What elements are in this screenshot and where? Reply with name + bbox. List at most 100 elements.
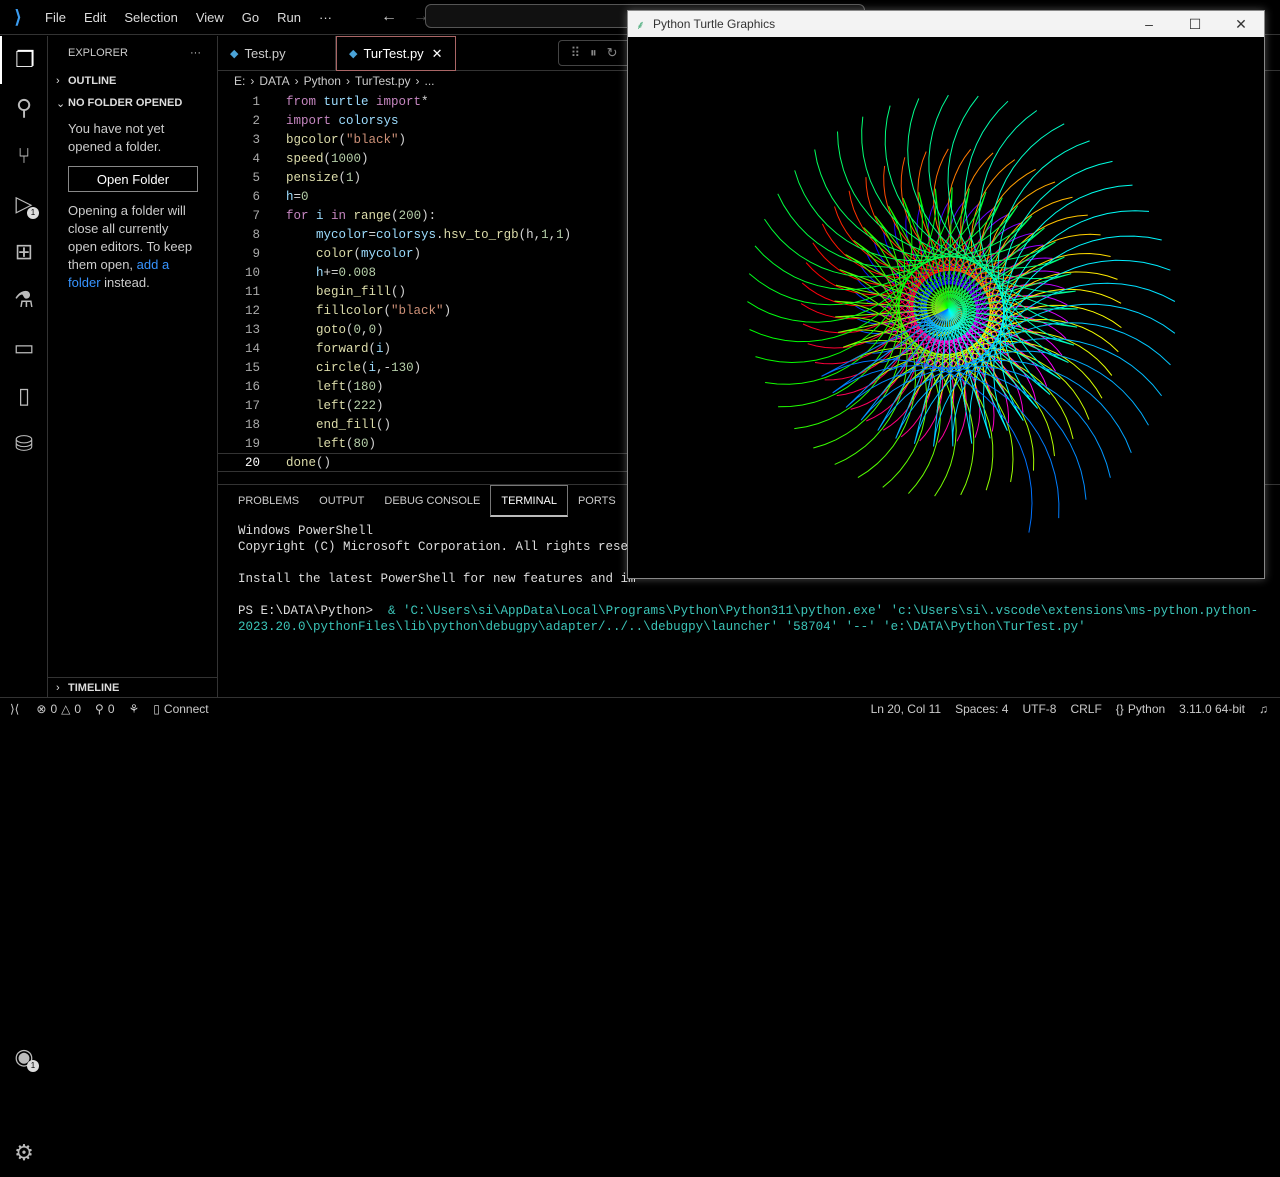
notebook-icon[interactable]: ▯	[0, 372, 48, 420]
menu-view[interactable]: View	[187, 10, 233, 25]
ports-status[interactable]: ⚲ 0	[88, 702, 121, 716]
indentation[interactable]: Spaces: 4	[948, 702, 1015, 716]
code-line: 16 left(180)	[218, 377, 628, 396]
code-token: )	[398, 132, 407, 147]
code-line: 1 from turtle import*	[218, 92, 628, 111]
panel-tab-problems[interactable]: PROBLEMS	[228, 485, 309, 517]
minimize-button[interactable]: –	[1126, 16, 1172, 32]
line-number: 10	[244, 265, 260, 280]
settings-gear-icon[interactable]: ⚙	[0, 1129, 48, 1177]
remote-explorer-icon[interactable]: ▭	[0, 324, 48, 372]
open-folder-button[interactable]: Open Folder	[68, 166, 198, 192]
close-window-button[interactable]: ✕	[1218, 16, 1264, 33]
source-control-icon[interactable]: ⑂	[0, 132, 48, 180]
connect-label: Connect	[163, 702, 209, 716]
line-ending[interactable]: CRLF	[1063, 702, 1108, 716]
code-token: colorsys	[338, 113, 399, 128]
menu-more[interactable]: ···	[310, 10, 341, 25]
menu-run[interactable]: Run	[268, 10, 310, 25]
line-number: 2	[252, 113, 260, 128]
code-token: ()	[391, 284, 407, 299]
debug-toolbar: ⠿ ⏸ ↻	[557, 40, 631, 66]
menu-edit[interactable]: Edit	[75, 10, 115, 25]
code-token: import	[376, 94, 422, 109]
outline-label: OUTLINE	[68, 75, 117, 87]
close-tab-icon[interactable]: ✕	[432, 46, 443, 62]
code-token: 1	[556, 227, 564, 242]
testing-icon[interactable]: ⚗	[0, 276, 48, 324]
feather-icon: ⸙	[636, 17, 646, 32]
problems-status[interactable]: ⊗ 0 △ 0	[29, 702, 88, 716]
more-actions-button[interactable]: ···	[190, 47, 201, 59]
line-number: 6	[252, 189, 260, 204]
remote-icon[interactable]: ⟩⟨	[0, 702, 29, 716]
explorer-icon[interactable]: ❐	[0, 36, 48, 84]
extensions-icon[interactable]: ⊞	[0, 228, 48, 276]
run-debug-icon[interactable]: ▷ 1	[0, 180, 48, 228]
breadcrumb-separator: ›	[294, 74, 299, 88]
maximize-button[interactable]: ☐	[1172, 16, 1218, 33]
code-line: 10 h+=0.008	[218, 263, 628, 282]
code-token: ,	[548, 227, 557, 242]
panel-tab-debug-console[interactable]: DEBUG CONSOLE	[374, 485, 490, 517]
code-token: 0	[301, 189, 309, 204]
code-token: 1	[541, 227, 549, 242]
code-line: 15 circle(i,-130)	[218, 358, 628, 377]
tab-turtest-py[interactable]: ◆ TurTest.py ✕	[336, 36, 456, 71]
connect-status[interactable]: ▯ Connect	[146, 702, 215, 716]
breadcrumb-item[interactable]: E:	[234, 74, 245, 88]
pause-icon[interactable]: ⏸	[590, 45, 597, 61]
timeline-section[interactable]: › TIMELINE	[48, 677, 218, 697]
line-number: 15	[244, 360, 260, 375]
code-token: color	[286, 246, 354, 261]
search-icon[interactable]: ⚲	[0, 84, 48, 132]
panel-tab-output[interactable]: OUTPUT	[309, 485, 374, 517]
code-token: ()	[316, 455, 332, 470]
notifications-bell-icon[interactable]: ♫	[1252, 702, 1280, 716]
code-token: )	[413, 360, 422, 375]
vscode-logo-icon: ⟩	[14, 6, 22, 27]
menu-go[interactable]: Go	[233, 10, 268, 25]
line-number: 11	[244, 284, 260, 299]
code-token: (	[338, 170, 347, 185]
language-mode[interactable]: {} Python	[1109, 702, 1172, 716]
database-icon[interactable]: ⛁	[0, 420, 48, 468]
breadcrumb-item[interactable]: DATA	[259, 74, 289, 88]
encoding[interactable]: UTF-8	[1015, 702, 1063, 716]
timeline-label: TIMELINE	[68, 681, 120, 694]
code-token: (	[353, 246, 362, 261]
line-number: 16	[244, 379, 260, 394]
line-number: 18	[244, 417, 260, 432]
menu-selection[interactable]: Selection	[115, 10, 186, 25]
code-line: 20 done()	[218, 453, 628, 472]
code-token: mycolor	[361, 246, 414, 261]
drag-handle-icon[interactable]: ⠿	[571, 45, 581, 61]
turtle-window-titlebar[interactable]: ⸙ Python Turtle Graphics – ☐ ✕	[628, 11, 1264, 37]
debug-status-icon[interactable]: ⚘	[122, 702, 147, 716]
back-arrow-icon[interactable]: ←	[381, 8, 397, 26]
tab-test-py[interactable]: ◆ Test.py	[218, 36, 336, 71]
python-interpreter[interactable]: 3.11.0 64-bit	[1172, 702, 1252, 716]
breadcrumb-item[interactable]: ...	[425, 74, 435, 88]
code-token: i	[368, 360, 377, 375]
cursor-position[interactable]: Ln 20, Col 11	[864, 702, 949, 716]
no-folder-section[interactable]: ⌄ NO FOLDER OPENED	[48, 92, 217, 114]
code-token: 80	[353, 436, 369, 451]
breadcrumb-item[interactable]: Python	[304, 74, 341, 88]
breadcrumb-item[interactable]: TurTest.py	[355, 74, 411, 88]
outline-section[interactable]: › OUTLINE	[48, 70, 217, 92]
menu-file[interactable]: File	[36, 10, 75, 25]
turtle-canvas	[747, 94, 1176, 533]
code-token: )	[383, 341, 392, 356]
code-editor[interactable]: 1 from turtle import* 2 import colorsys 3 bgc…	[218, 92, 628, 472]
panel-tab-terminal[interactable]: TERMINAL	[490, 485, 568, 517]
code-line: 3 bgcolor("black")	[218, 130, 628, 149]
ports-count: 0	[107, 702, 115, 716]
panel-tab-ports[interactable]: PORTS	[568, 485, 626, 517]
code-line: 4 speed(1000)	[218, 149, 628, 168]
line-number: 14	[244, 341, 260, 356]
account-icon[interactable]: ◉ 1	[0, 1033, 48, 1081]
code-token: turtle	[323, 94, 377, 109]
restart-icon[interactable]: ↻	[607, 45, 618, 61]
code-token: end_fill	[286, 417, 377, 432]
